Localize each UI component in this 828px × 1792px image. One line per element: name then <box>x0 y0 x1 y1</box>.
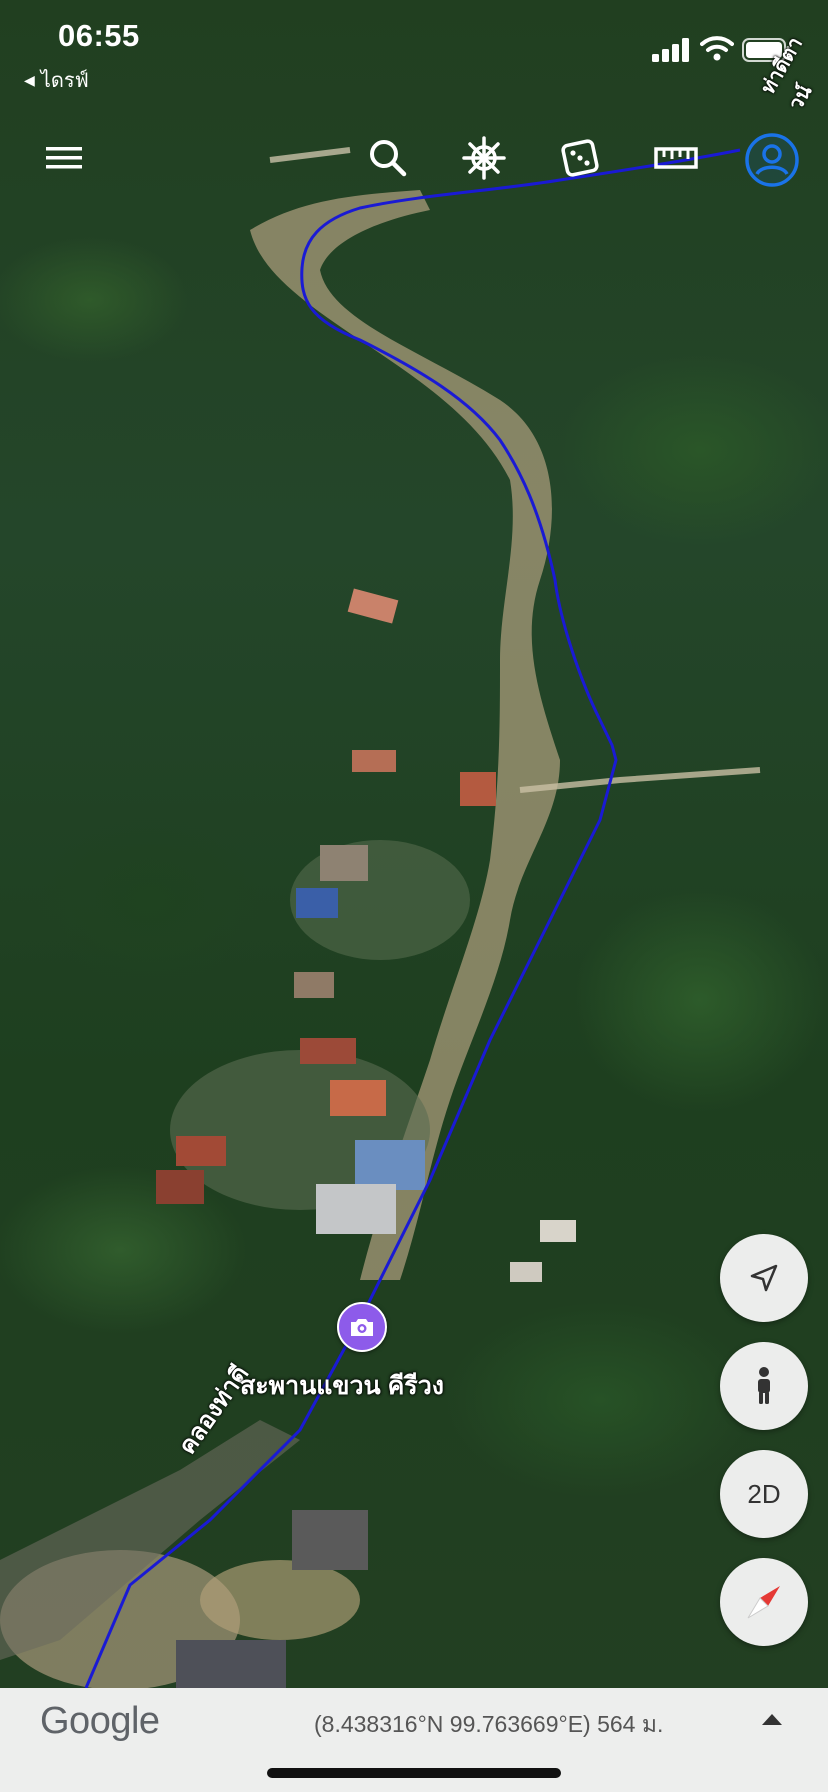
ruler-icon <box>654 147 698 169</box>
dice-icon <box>561 139 599 177</box>
compass-button[interactable] <box>720 1558 808 1646</box>
my-location-button[interactable] <box>720 1234 808 1322</box>
account-icon <box>745 133 799 187</box>
view-mode-toggle[interactable]: 2D <box>720 1450 808 1538</box>
search-icon <box>370 140 407 177</box>
navigation-arrow-icon <box>750 1264 778 1292</box>
back-to-app-link[interactable]: ◀ ไดรฟ์ <box>24 64 89 96</box>
feeling-lucky-button[interactable] <box>556 134 604 182</box>
camera-icon <box>351 1319 373 1336</box>
coordinates-readout: (8.438316°N 99.763669°E) 564 ม. <box>314 1711 664 1737</box>
menu-button[interactable] <box>40 134 88 182</box>
status-bar: 06:55 ◀ ไดรฟ์ <box>0 0 828 95</box>
voyager-icon <box>462 136 506 180</box>
street-view-button[interactable] <box>720 1342 808 1430</box>
search-button[interactable] <box>364 134 412 182</box>
voyager-button[interactable] <box>460 134 508 182</box>
wifi-icon <box>700 36 734 61</box>
view-mode-label: 2D <box>747 1478 781 1509</box>
status-time: 06:55 <box>58 18 140 53</box>
satellite-map[interactable] <box>0 0 828 1792</box>
map-features <box>0 147 761 1690</box>
home-indicator[interactable] <box>267 1768 561 1778</box>
expand-caret-icon[interactable] <box>762 1714 782 1725</box>
back-label: ไดรฟ์ <box>40 70 89 92</box>
back-arrow-icon: ◀ <box>24 72 35 88</box>
cellular-signal-icon <box>652 38 689 62</box>
pegman-icon <box>758 1367 770 1404</box>
poi-marker[interactable] <box>337 1302 387 1352</box>
google-logo: Google <box>40 1700 160 1742</box>
account-button[interactable] <box>744 132 800 188</box>
compass-icon <box>747 1586 780 1619</box>
menu-icon <box>46 147 82 169</box>
poi-label[interactable]: สะพานแขวน คีรีวง <box>240 1366 444 1406</box>
measure-button[interactable] <box>652 134 700 182</box>
